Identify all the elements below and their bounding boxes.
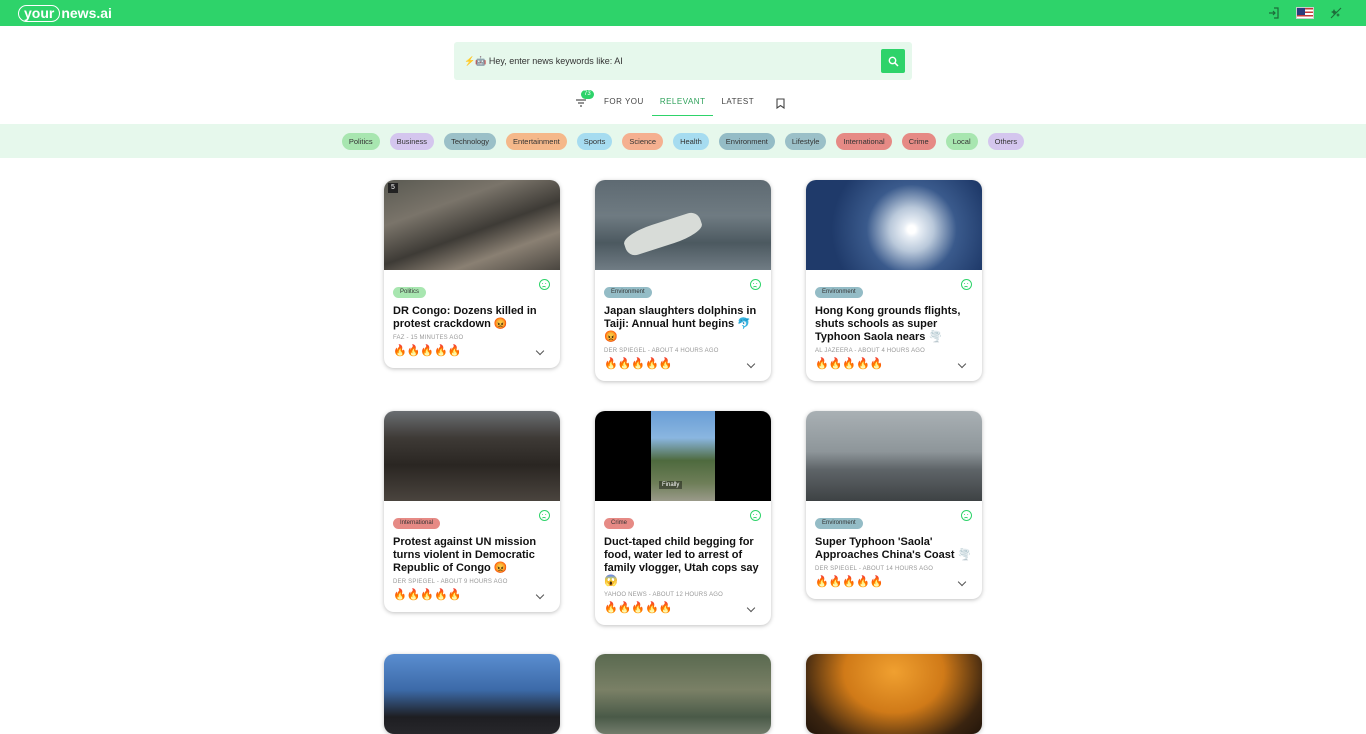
- card-title[interactable]: Protest against UN mission turns violent…: [393, 536, 551, 575]
- search-input[interactable]: ⚡🤖 Hey, enter news keywords like: AI: [464, 42, 623, 80]
- sad-face-icon[interactable]: [961, 279, 972, 290]
- search-button[interactable]: [881, 49, 905, 73]
- filter-button[interactable]: 73: [572, 90, 594, 111]
- card-meta: FAZ - 15 MINUTES AGO: [393, 335, 464, 341]
- card-tag[interactable]: Environment: [604, 287, 652, 298]
- feed-tabs: 73 FOR YOU RELEVANT LATEST: [572, 90, 786, 116]
- sad-face-icon[interactable]: [750, 510, 761, 521]
- tab-relevant[interactable]: RELEVANT: [651, 90, 714, 116]
- card-meta: DER SPIEGEL - ABOUT 9 HOURS AGO: [393, 579, 508, 585]
- category-chip-environment[interactable]: Environment: [718, 132, 775, 150]
- category-chip-lifestyle[interactable]: Lifestyle: [784, 132, 827, 150]
- card-title[interactable]: Japan slaughters dolphins in Taiji: Annu…: [604, 305, 762, 344]
- news-image: [595, 180, 771, 270]
- fire-rating: 🔥🔥🔥🔥🔥: [815, 358, 884, 370]
- fire-rating: 🔥🔥🔥🔥🔥: [604, 358, 673, 370]
- category-chip-business[interactable]: Business: [389, 132, 435, 150]
- card-title[interactable]: DR Congo: Dozens killed in protest crack…: [393, 305, 551, 331]
- news-card[interactable]: [384, 654, 560, 734]
- card-title[interactable]: Super Typhoon 'Saola' Approaches China's…: [815, 536, 973, 562]
- video-badge: 5: [388, 183, 398, 193]
- news-card[interactable]: [595, 654, 771, 734]
- news-image: [595, 654, 771, 734]
- card-tag[interactable]: Environment: [815, 287, 863, 298]
- fire-rating: 🔥🔥🔥🔥🔥: [393, 589, 462, 601]
- card-tag[interactable]: International: [393, 518, 441, 529]
- fire-rating: 🔥🔥🔥🔥🔥: [393, 345, 462, 357]
- fire-rating: 🔥🔥🔥🔥🔥: [815, 576, 884, 588]
- news-card[interactable]: International Protest against UN mission…: [384, 411, 560, 612]
- tab-for-you[interactable]: FOR YOU: [596, 90, 652, 116]
- sad-face-icon[interactable]: [539, 510, 550, 521]
- news-image: Finally: [595, 411, 771, 501]
- news-card[interactable]: Environment Japan slaughters dolphins in…: [595, 180, 771, 381]
- logo-text: news.ai: [61, 5, 112, 21]
- category-chip-science[interactable]: Science: [622, 132, 664, 150]
- card-title[interactable]: Duct-taped child begging for food, water…: [604, 536, 762, 588]
- card-title[interactable]: Hong Kong grounds flights, shuts schools…: [815, 305, 973, 344]
- bookmark-icon[interactable]: [774, 96, 786, 110]
- sad-face-icon[interactable]: [539, 279, 550, 290]
- login-icon[interactable]: [1266, 6, 1282, 20]
- news-image: [806, 411, 982, 501]
- tab-latest[interactable]: LATEST: [713, 90, 762, 116]
- top-icons: [1266, 6, 1344, 20]
- top-bar: your news.ai: [0, 0, 1366, 26]
- news-image: [806, 180, 982, 270]
- category-chip-others[interactable]: Others: [987, 132, 1025, 150]
- category-chip-entertainment[interactable]: Entertainment: [506, 132, 567, 150]
- sad-face-icon[interactable]: [750, 279, 761, 290]
- category-chip-crime[interactable]: Crime: [901, 132, 936, 150]
- news-card[interactable]: [806, 654, 982, 734]
- card-meta: YAHOO NEWS - ABOUT 12 HOURS AGO: [604, 592, 724, 598]
- card-tag[interactable]: Crime: [604, 518, 634, 529]
- news-card[interactable]: 5 Politics DR Congo: Dozens killed in pr…: [384, 180, 560, 368]
- news-image: [384, 654, 560, 734]
- filter-icon: [576, 99, 586, 107]
- category-chip-local[interactable]: Local: [945, 132, 978, 150]
- search-icon: [888, 56, 899, 67]
- logo[interactable]: your news.ai: [18, 4, 112, 22]
- category-chip-sports[interactable]: Sports: [576, 132, 613, 150]
- category-chip-health[interactable]: Health: [673, 132, 709, 150]
- card-tag[interactable]: Environment: [815, 518, 863, 529]
- fire-rating: 🔥🔥🔥🔥🔥: [604, 602, 673, 614]
- news-image: [384, 411, 560, 501]
- card-meta: DER SPIEGEL - ABOUT 14 HOURS AGO: [815, 566, 934, 572]
- category-chip-international[interactable]: International: [836, 132, 892, 150]
- news-card[interactable]: Finally Crime Duct-taped child begging f…: [595, 411, 771, 625]
- news-card[interactable]: Environment Super Typhoon 'Saola' Approa…: [806, 411, 982, 599]
- logo-pill: your: [18, 4, 61, 22]
- category-bar: Politics Business Technology Entertainment S…: [0, 124, 1366, 158]
- news-image: [806, 654, 982, 734]
- us-flag-icon[interactable]: [1296, 7, 1314, 19]
- sad-face-icon[interactable]: [961, 510, 972, 521]
- search-bar[interactable]: ⚡🤖 Hey, enter news keywords like: AI: [454, 42, 912, 80]
- category-chip-politics[interactable]: Politics: [341, 132, 380, 150]
- card-tag[interactable]: Politics: [393, 287, 427, 298]
- filter-count-badge: 73: [581, 90, 594, 99]
- video-caption: Finally: [659, 481, 683, 489]
- card-meta: AL JAZEERA - ABOUT 4 HOURS AGO: [815, 348, 926, 354]
- card-meta: DER SPIEGEL - ABOUT 4 HOURS AGO: [604, 348, 719, 354]
- news-card[interactable]: Environment Hong Kong grounds flights, s…: [806, 180, 982, 381]
- category-chip-technology[interactable]: Technology: [444, 132, 497, 150]
- sparkle-off-icon[interactable]: [1328, 6, 1344, 20]
- news-image: 5: [384, 180, 560, 270]
